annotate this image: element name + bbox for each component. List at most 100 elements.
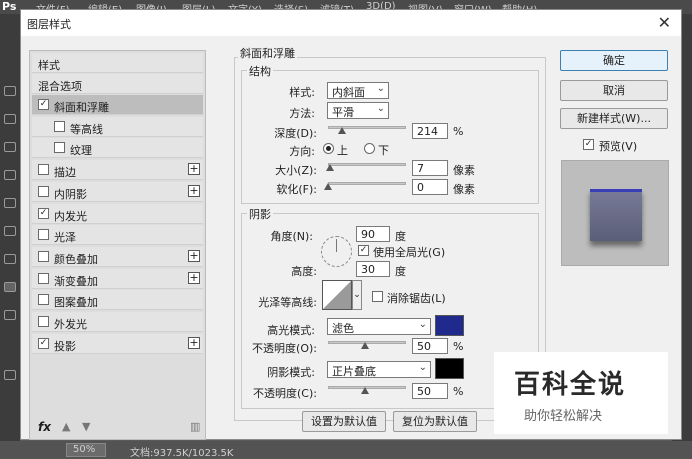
tools-panel <box>0 14 20 444</box>
shadow-opacity-input[interactable]: 50 <box>412 383 448 399</box>
new-style-button[interactable]: 新建样式(W)... <box>560 108 668 129</box>
style-item-checkbox[interactable]: ✓ <box>38 207 49 219</box>
add-effect-icon[interactable]: + <box>188 184 200 197</box>
doc-info: 文档:937.5K/1023.5K <box>130 448 234 459</box>
direction-down-radio[interactable] <box>364 143 375 154</box>
add-effect-icon[interactable]: + <box>188 163 200 176</box>
move-tool-icon[interactable] <box>4 86 16 96</box>
cancel-button[interactable]: 取消 <box>560 80 668 101</box>
style-item-checkbox[interactable] <box>38 316 49 327</box>
depth-input[interactable]: 214 <box>412 123 448 139</box>
highlight-mode-select[interactable]: 滤色 ⌄ <box>327 318 431 335</box>
preview-checkbox[interactable]: ✓ <box>583 139 594 150</box>
pen-tool-icon[interactable] <box>4 254 16 264</box>
dialog-title: 图层样式 <box>27 18 71 31</box>
blend-options-label: 混合选项 <box>38 80 82 93</box>
style-item-checkbox[interactable] <box>54 120 65 132</box>
dialog-titlebar[interactable]: 图层样式 ✕ <box>21 10 681 36</box>
shadow-mode-value: 正片叠底 <box>332 365 376 378</box>
soften-input[interactable]: 0 <box>412 179 448 195</box>
antialias-checkbox[interactable] <box>372 291 383 302</box>
style-item-checkbox[interactable]: ✓ <box>38 337 49 349</box>
method-label: 方法: <box>289 107 315 120</box>
direction-down-label: 下 <box>378 144 389 157</box>
shading-title: 阴影 <box>247 206 273 222</box>
gradient-tool-icon[interactable] <box>4 226 16 236</box>
highlight-opacity-thumb[interactable] <box>361 342 369 349</box>
style-item[interactable]: 光泽 <box>32 225 203 246</box>
style-item[interactable]: 图案叠加 <box>32 290 203 311</box>
global-light-checkbox[interactable]: ✓ <box>358 245 369 256</box>
zoom-field[interactable]: 50% <box>66 443 106 457</box>
add-effect-icon[interactable]: + <box>188 271 200 284</box>
stamp-tool-icon[interactable] <box>4 170 16 180</box>
brush-tool-icon[interactable] <box>4 142 16 152</box>
make-default-button[interactable]: 设置为默认值 <box>302 411 386 432</box>
style-item-checkbox[interactable] <box>38 272 49 284</box>
angle-input[interactable]: 90 <box>356 226 390 242</box>
close-icon[interactable]: ✕ <box>658 13 671 32</box>
shadow-mode-label: 阴影模式: <box>267 366 315 379</box>
blend-options-item[interactable]: 混合选项 <box>32 74 203 94</box>
soften-slider[interactable] <box>328 182 406 185</box>
style-item-checkbox[interactable] <box>38 229 49 241</box>
zoom-tool-icon[interactable] <box>4 310 16 320</box>
reset-default-button[interactable]: 复位为默认值 <box>393 411 477 432</box>
bevel-style-select[interactable]: 内斜面 ⌄ <box>327 82 389 99</box>
style-item-checkbox[interactable] <box>38 185 49 197</box>
add-effect-icon[interactable]: + <box>188 249 200 262</box>
status-bar: 50% 文档:937.5K/1023.5K <box>0 441 692 459</box>
styles-list: 样式 混合选项 ✓ 斜面和浮雕 等高线 纹理 描边 + 内阴影 + ✓ 内发光 光泽 颜色叠加 + 渐变叠… <box>29 50 206 440</box>
style-item[interactable]: 渐变叠加 + <box>32 268 203 289</box>
shadow-color-swatch[interactable] <box>435 358 464 379</box>
style-item[interactable]: ✓ 斜面和浮雕 <box>32 95 203 115</box>
lasso-tool-icon[interactable] <box>4 114 16 124</box>
styles-footer: fx ▲ ▼ ▥ <box>30 417 205 439</box>
style-item[interactable]: 描边 + <box>32 160 203 181</box>
style-item-label: 内阴影 <box>54 187 87 201</box>
angle-label: 角度(N): <box>270 230 313 243</box>
style-item[interactable]: ✓ 内发光 <box>32 203 203 224</box>
style-item[interactable]: 外发光 <box>32 312 203 332</box>
contour-dropdown-arrow[interactable]: ⌄ <box>352 280 362 310</box>
style-item[interactable]: 内阴影 + <box>32 181 203 202</box>
style-item-checkbox[interactable] <box>38 250 49 262</box>
style-item-checkbox[interactable] <box>38 294 49 306</box>
style-item[interactable]: ✓ 投影 + <box>32 333 203 354</box>
add-effect-icon[interactable]: + <box>188 336 200 349</box>
styles-header[interactable]: 样式 <box>32 53 203 73</box>
gloss-contour-picker[interactable] <box>322 280 352 310</box>
shadow-opacity-thumb[interactable] <box>361 387 369 394</box>
ok-button[interactable]: 确定 <box>560 50 668 71</box>
direction-up-radio[interactable] <box>323 143 334 154</box>
fx-icon[interactable]: fx <box>38 420 51 434</box>
altitude-input[interactable]: 30 <box>356 261 390 277</box>
size-input[interactable]: 7 <box>412 160 448 176</box>
style-item-checkbox[interactable] <box>54 142 65 154</box>
style-item-checkbox[interactable]: ✓ <box>38 99 49 110</box>
trash-icon[interactable]: ▥ <box>190 420 200 433</box>
highlight-opacity-label: 不透明度(O): <box>252 342 317 355</box>
move-down-icon[interactable]: ▼ <box>82 420 90 433</box>
method-select[interactable]: 平滑 ⌄ <box>327 102 389 119</box>
altitude-label: 高度: <box>291 265 317 278</box>
highlight-mode-label: 高光模式: <box>267 324 315 337</box>
quickmask-tool-icon[interactable] <box>4 370 16 380</box>
style-item[interactable]: 颜色叠加 + <box>32 246 203 267</box>
angle-dial-needle <box>336 239 337 252</box>
soften-slider-thumb[interactable] <box>324 183 332 190</box>
soften-label: 软化(F): <box>276 183 317 196</box>
highlight-color-swatch[interactable] <box>435 315 464 336</box>
eraser-tool-icon[interactable] <box>4 198 16 208</box>
hand-tool-icon[interactable] <box>4 282 16 292</box>
highlight-opacity-input[interactable]: 50 <box>412 338 448 354</box>
style-item-checkbox[interactable] <box>38 164 49 176</box>
size-slider[interactable] <box>328 163 406 166</box>
style-item[interactable]: 等高线 <box>32 116 203 137</box>
depth-slider-thumb[interactable] <box>338 127 346 134</box>
shadow-mode-select[interactable]: 正片叠底 ⌄ <box>327 361 431 378</box>
style-item[interactable]: 纹理 <box>32 138 203 159</box>
angle-dial[interactable] <box>321 236 352 267</box>
move-up-icon[interactable]: ▲ <box>62 420 70 433</box>
size-slider-thumb[interactable] <box>326 164 334 171</box>
